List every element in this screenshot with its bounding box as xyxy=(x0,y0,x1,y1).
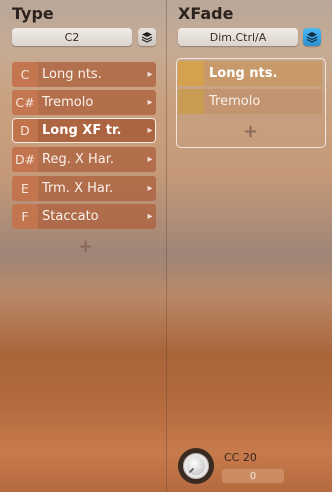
type-selector[interactable]: C2 xyxy=(12,28,132,46)
chevron-right-icon[interactable]: ▸ xyxy=(144,183,156,194)
xfade-item-label: Tremolo xyxy=(209,94,261,109)
articulation-row[interactable]: D# Reg. X Har. ▸ xyxy=(12,147,156,172)
chevron-right-icon[interactable]: ▸ xyxy=(144,125,156,136)
chevron-right-icon[interactable]: ▸ xyxy=(144,97,156,108)
articulation-row[interactable]: F Staccato ▸ xyxy=(12,204,156,229)
articulation-label: Long XF tr. xyxy=(42,123,122,138)
articulation-key: E xyxy=(12,176,38,201)
articulation-key: D# xyxy=(12,147,38,172)
xfade-title: XFade xyxy=(178,4,234,23)
articulation-key: C xyxy=(12,62,38,87)
cc-label: CC 20 xyxy=(224,451,257,464)
articulation-label: Long nts. xyxy=(42,67,102,82)
xfade-layers-button[interactable] xyxy=(303,28,321,46)
articulation-label: Trm. X Har. xyxy=(42,181,114,196)
articulation-row[interactable]: C# Tremolo ▸ xyxy=(12,90,156,115)
chevron-right-icon[interactable]: ▸ xyxy=(144,154,156,165)
articulation-label: Staccato xyxy=(42,209,99,224)
articulation-key: F xyxy=(12,204,38,229)
articulation-key: D xyxy=(12,118,38,143)
type-title: Type xyxy=(12,4,54,23)
cc-value-field[interactable]: 0 xyxy=(222,469,284,483)
articulation-key: C# xyxy=(12,90,38,115)
layers-icon xyxy=(141,32,153,43)
layers-icon xyxy=(306,32,318,43)
articulation-label: Tremolo xyxy=(42,95,94,110)
add-articulation-button[interactable]: + xyxy=(78,238,93,256)
cc-knob[interactable] xyxy=(176,446,216,486)
xfade-item-tremolo[interactable]: Tremolo xyxy=(178,89,322,114)
knob-icon xyxy=(178,448,214,484)
xfade-item-long-nts[interactable]: Long nts. xyxy=(178,61,322,86)
articulation-row[interactable]: C Long nts. ▸ xyxy=(12,62,156,87)
chevron-right-icon[interactable]: ▸ xyxy=(144,69,156,80)
chevron-right-icon[interactable]: ▸ xyxy=(144,211,156,222)
xfade-swatch xyxy=(178,61,204,86)
type-layers-button[interactable] xyxy=(138,28,156,46)
articulation-row[interactable]: D Long XF tr. ▸ xyxy=(12,118,156,143)
xfade-selector[interactable]: Dim.Ctrl/A xyxy=(178,28,298,46)
articulation-row[interactable]: E Trm. X Har. ▸ xyxy=(12,176,156,201)
add-xfade-button[interactable]: + xyxy=(243,123,258,141)
xfade-swatch xyxy=(178,89,204,114)
articulation-label: Reg. X Har. xyxy=(42,152,115,167)
xfade-item-label: Long nts. xyxy=(209,66,278,81)
